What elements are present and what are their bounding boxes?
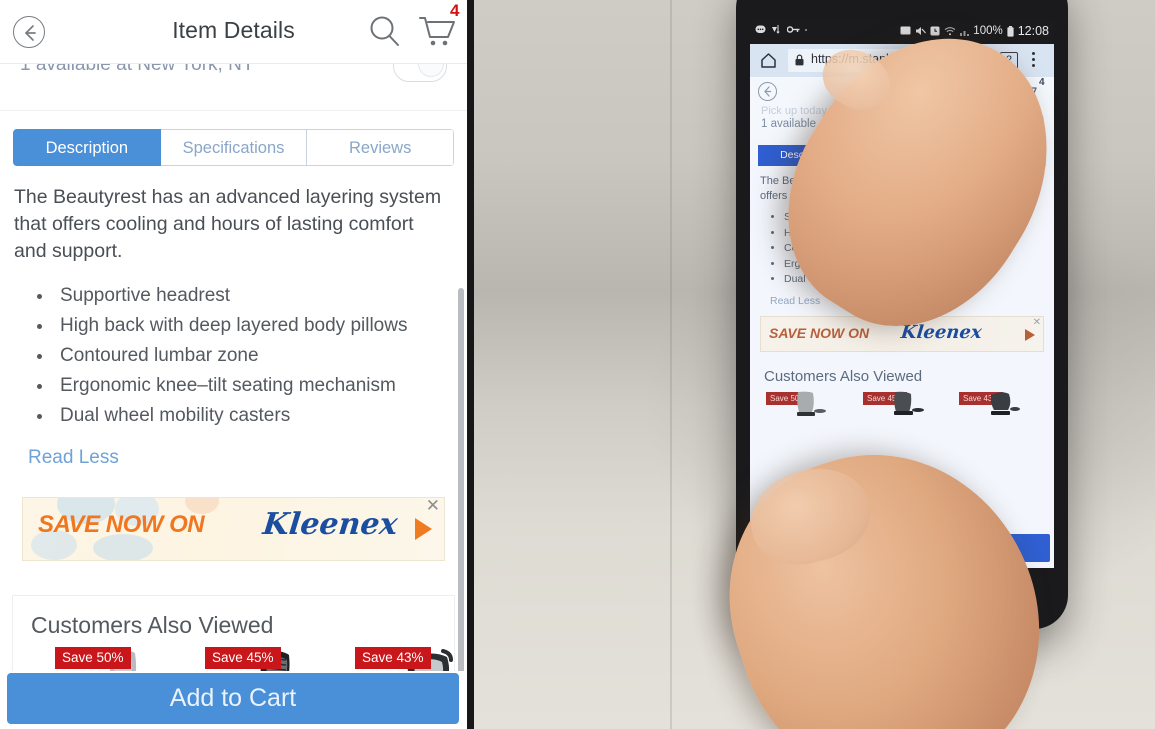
cast-icon xyxy=(900,26,911,35)
close-icon[interactable]: ✕ xyxy=(1033,317,1041,328)
section-title: Customers Also Viewed xyxy=(764,367,923,385)
battery-full-icon xyxy=(1007,25,1014,37)
panel-divider xyxy=(467,0,474,729)
scrollbar-thumb[interactable] xyxy=(458,288,464,688)
pickup-toggle[interactable] xyxy=(393,64,447,82)
ad-headline: SAVE NOW ON xyxy=(769,324,870,341)
lock-icon xyxy=(795,54,804,66)
battery-percent: 100% xyxy=(973,25,1003,37)
pickup-today-text: Pick up today xyxy=(761,105,828,117)
add-to-cart-button[interactable]: Add to Cart xyxy=(7,673,459,724)
sync-icon xyxy=(772,25,780,34)
list-item: Ergonomic knee–tilt seating mechanism xyxy=(54,371,451,401)
list-item: Dual wheel mobility casters xyxy=(54,401,451,431)
office-chair-thumbnail xyxy=(894,391,924,415)
screenshot-root: Item Details 4 1 available at New York, … xyxy=(0,0,1155,729)
app-bar: Item Details 4 xyxy=(0,0,467,64)
pickup-availability-row: 1 available at New York, NY xyxy=(0,64,467,111)
live-photo-panel: SAMSUNG 100 xyxy=(474,0,1155,729)
tab-description[interactable]: Description xyxy=(13,129,161,166)
cart-badge: 4 xyxy=(450,1,460,20)
android-status-bar: 100% 12:08 xyxy=(750,20,1054,44)
vpn-key-icon xyxy=(787,26,800,33)
status-bar-right-icons: 100% 12:08 xyxy=(900,24,1049,38)
section-title: Customers Also Viewed xyxy=(31,612,274,638)
close-icon[interactable]: ✕ xyxy=(426,498,440,514)
add-to-cart-bar: Add to Cart xyxy=(0,671,467,729)
pickup-availability-text: 1 available at New York, NY xyxy=(20,64,255,75)
status-bar-left-icons xyxy=(755,24,807,35)
play-arrow-icon[interactable] xyxy=(415,518,432,540)
alarm-icon xyxy=(930,26,940,36)
kleenex-ad-banner[interactable]: SAVE NOW ON Kleenex ✕ xyxy=(22,497,445,561)
samsung-brand-logo: SAMSUNG xyxy=(736,0,1068,2)
ad-headline: SAVE NOW ON xyxy=(38,511,205,538)
message-icon xyxy=(755,25,766,33)
clock: 12:08 xyxy=(1017,24,1049,38)
list-item: High back with deep layered body pillows xyxy=(54,311,451,341)
play-arrow-icon[interactable] xyxy=(1025,328,1035,341)
mirrored-phone-screen-panel: Item Details 4 1 available at New York, … xyxy=(0,0,467,729)
read-less-link[interactable]: Read Less xyxy=(28,447,451,469)
list-item: Supportive headrest xyxy=(54,281,451,311)
detail-tabs: Description Specifications Reviews xyxy=(13,129,454,166)
signal-icon xyxy=(960,31,970,36)
dot-icon xyxy=(805,28,807,31)
wall-seam xyxy=(670,0,672,729)
mute-icon xyxy=(916,27,927,35)
description-paragraph: The Beautyrest has an advanced layering … xyxy=(14,186,442,262)
kleenex-wordmark: Kleenex xyxy=(261,507,400,542)
list-item: Contoured lumbar zone xyxy=(54,341,451,371)
kebab-menu-icon[interactable] xyxy=(1032,52,1035,70)
wifi-icon xyxy=(944,27,956,36)
status-badge: Save 43% xyxy=(355,647,431,669)
office-chair-thumbnail xyxy=(990,391,1020,415)
office-chair-thumbnail xyxy=(797,391,826,416)
cart-badge: 4 xyxy=(1039,77,1045,88)
also-viewed-row: Save 50% Save 45% Save 43% xyxy=(750,389,1054,419)
status-badge: Save 45% xyxy=(205,647,281,669)
search-icon[interactable] xyxy=(366,13,404,56)
home-icon[interactable] xyxy=(760,52,777,69)
tab-specifications[interactable]: Specifications xyxy=(160,129,308,166)
status-badge: Save 50% xyxy=(55,647,131,669)
tab-reviews[interactable]: Reviews xyxy=(307,129,454,166)
feature-list: Supportive headrest High back with deep … xyxy=(14,281,451,431)
description-panel: The Beautyrest has an advanced layering … xyxy=(0,166,467,469)
